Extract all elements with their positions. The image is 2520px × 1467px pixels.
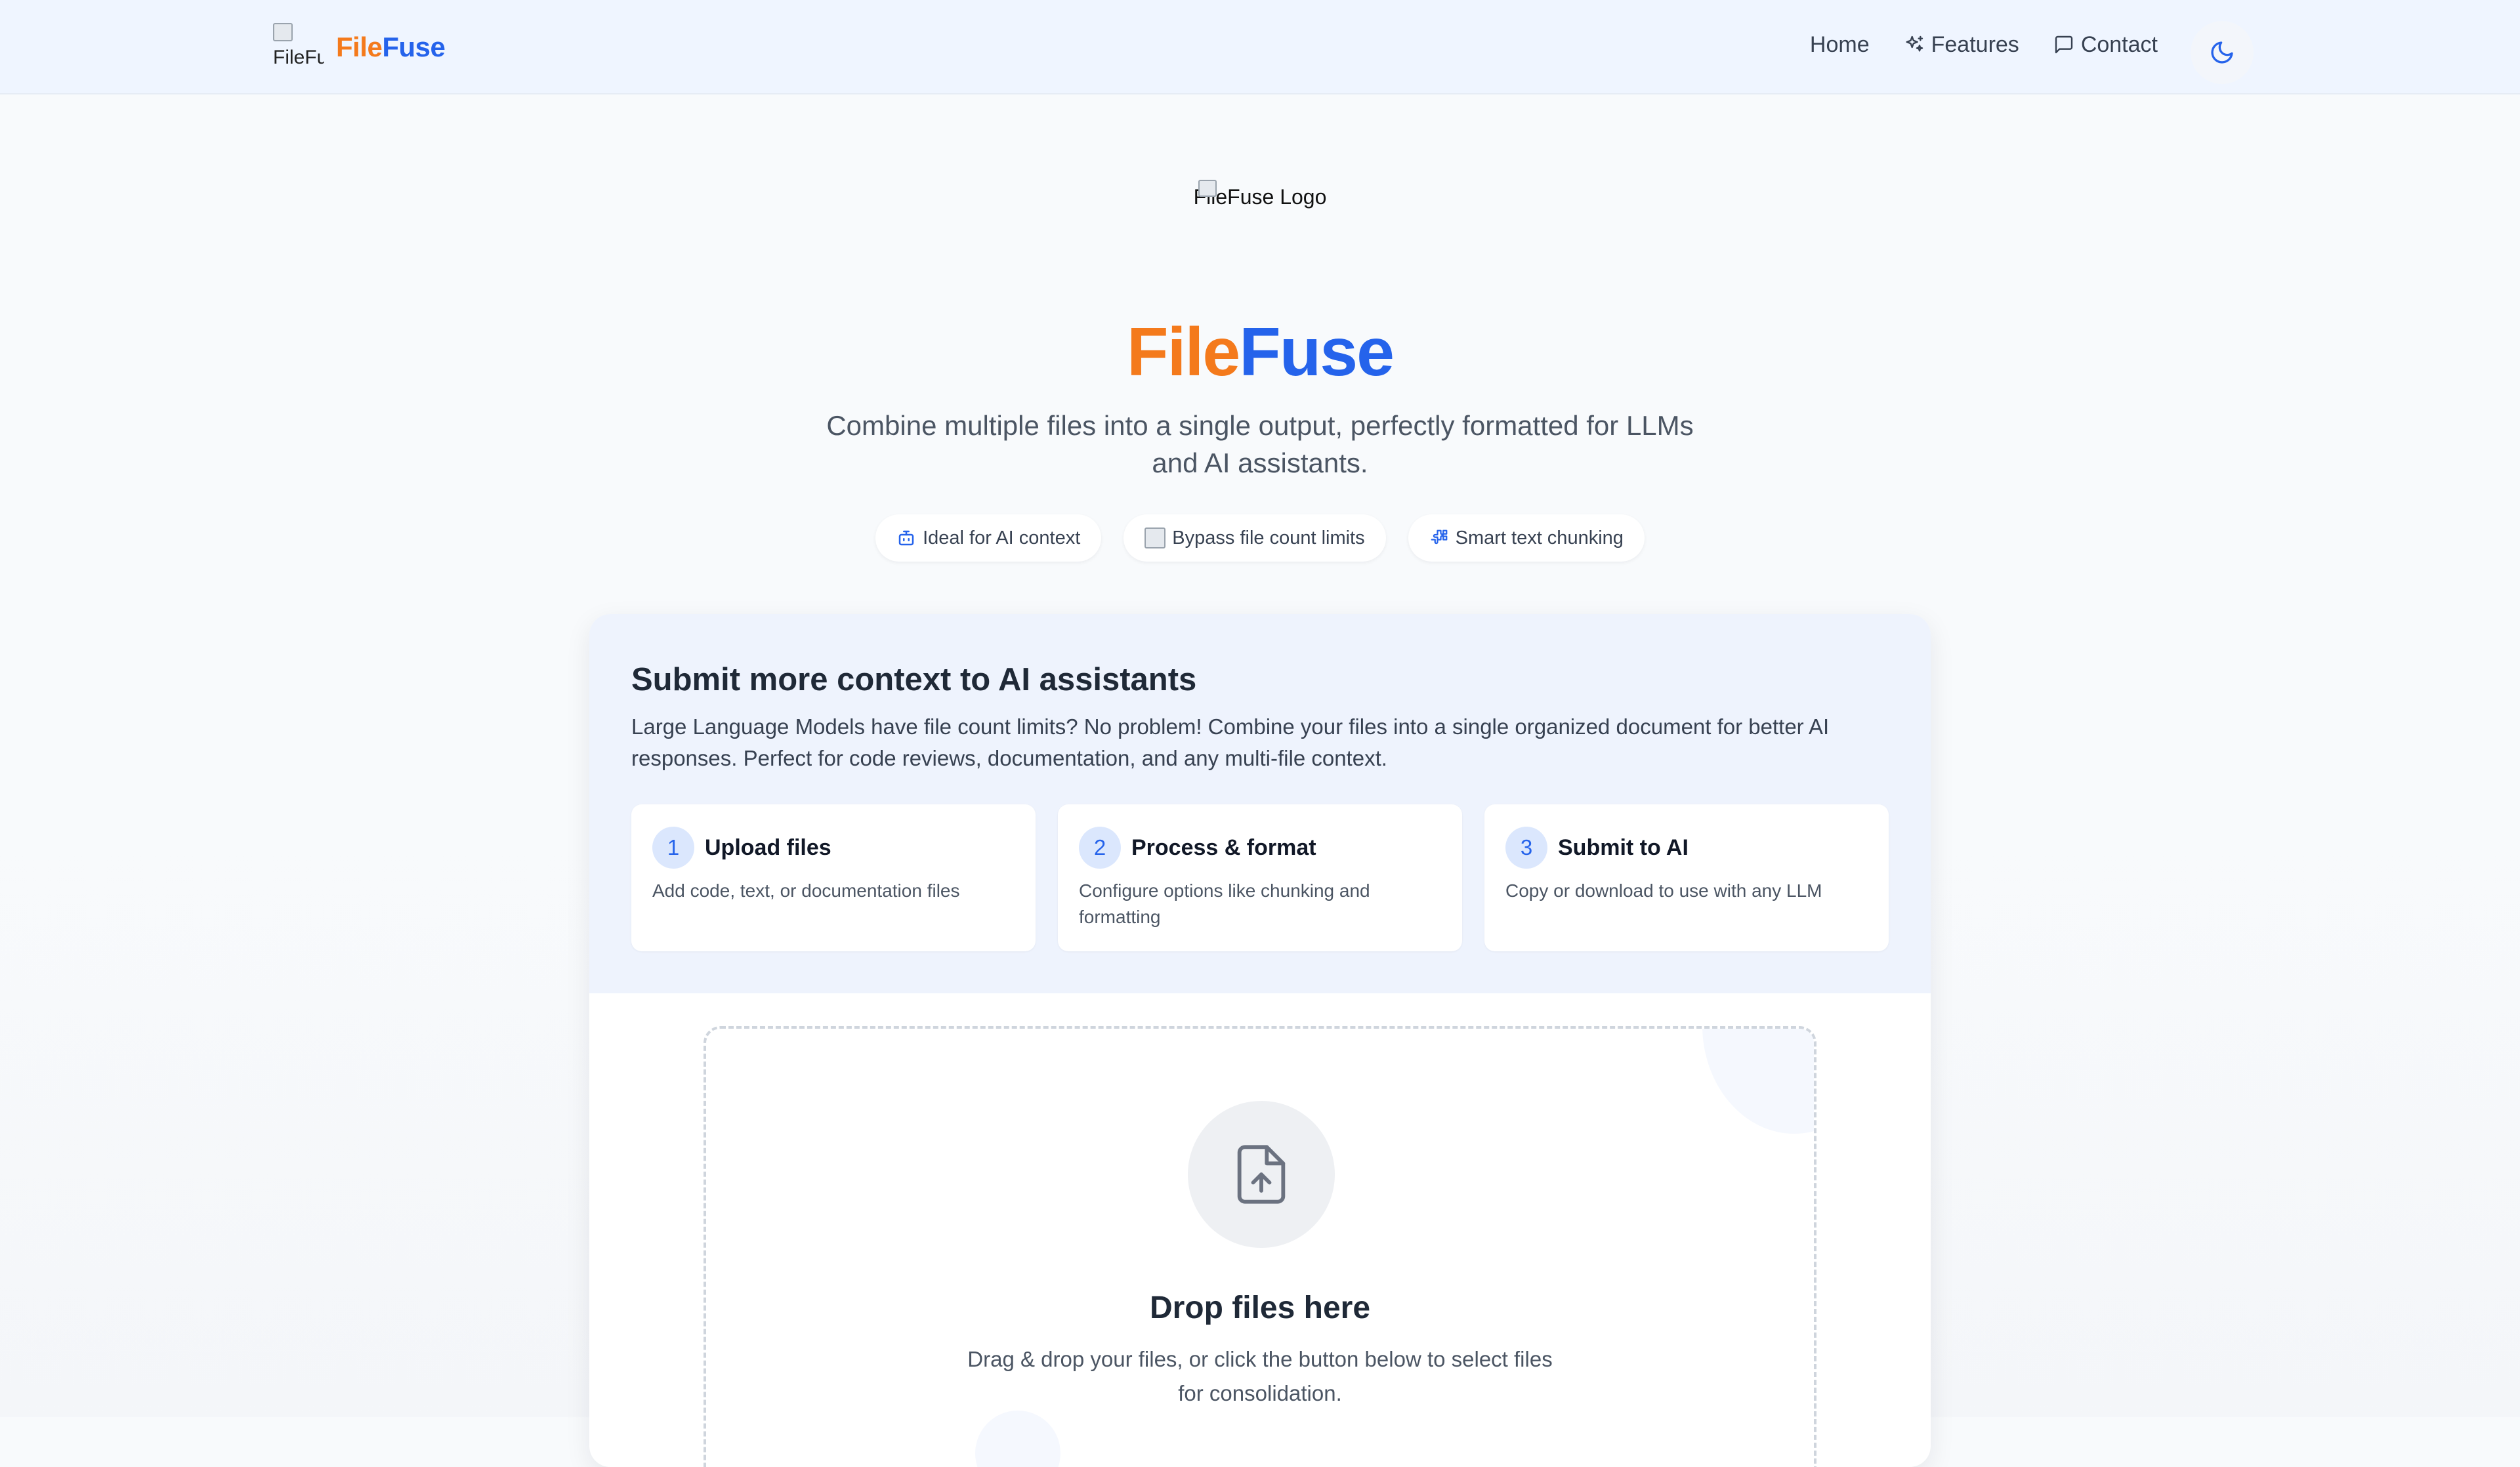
chip-ai-context: Ideal for AI context [875, 514, 1102, 562]
hero-subtitle: Combine multiple files into a single out… [826, 410, 1694, 478]
bot-icon [898, 530, 914, 546]
broken-image-icon [1198, 180, 1217, 197]
step-number: 1 [652, 827, 694, 869]
brand-name: FileFuse [336, 31, 446, 63]
file-upload-icon [1237, 1145, 1286, 1204]
step-title: Submit to AI [1558, 835, 1689, 860]
chip-smart-chunking-label: Smart text chunking [1455, 527, 1624, 548]
broken-image-icon [273, 23, 293, 41]
moon-icon [2211, 41, 2233, 64]
info-panel: Submit more context to AI assistants Lar… [589, 614, 1931, 993]
brand-logo-image: FileFuse [273, 23, 324, 72]
chip-bypass-limits: Bypass file count limits [1124, 514, 1386, 562]
dropzone-title: Drop files here [1149, 1291, 1371, 1325]
nav-features-label: Features [1931, 31, 2019, 57]
brand-link[interactable]: FileFuse FileFuse [273, 21, 446, 73]
main-nav: Home Features Contact [1810, 24, 2158, 66]
feature-chips: Ideal for AI context Bypass file count l… [0, 514, 2520, 562]
step-card: 3 Submit to AI Copy or download to use w… [1484, 804, 1889, 951]
nav-contact-link[interactable]: Contact [2053, 32, 2158, 58]
chip-smart-chunking: Smart text chunking [1408, 514, 1645, 562]
steps-row: 1 Upload files Add code, text, or docume… [631, 804, 1889, 951]
theme-toggle-button[interactable] [2191, 21, 2254, 84]
step-title: Process & format [1131, 835, 1316, 860]
step-card: 2 Process & format Configure options lik… [1058, 804, 1462, 951]
nav-contact-label: Contact [2080, 31, 2158, 57]
step-description: Copy or download to use with any LLM [1505, 880, 1822, 901]
step-number: 2 [1079, 827, 1121, 869]
puzzle-icon [1431, 529, 1447, 545]
hero-logo-image: FileFuse Logo [1181, 176, 1339, 248]
step-title: Upload files [705, 835, 831, 860]
step-description: Add code, text, or documentation files [652, 880, 960, 901]
brand-name-fuse: Fuse [382, 31, 446, 62]
top-navbar: FileFuse FileFuse Home Features Contact [0, 0, 2520, 94]
step-description: Configure options like chunking and form… [1079, 880, 1370, 927]
decorative-circle [1702, 1029, 1814, 1134]
step-number: 3 [1505, 827, 1547, 869]
nav-home-link[interactable]: Home [1810, 32, 1870, 58]
dropzone-subtitle: Drag & drop your files, or click the but… [967, 1347, 1553, 1405]
file-dropzone[interactable]: Drop files here Drag & drop your files, … [704, 1026, 1816, 1467]
message-square-icon [2055, 35, 2073, 54]
brand-logo-alt-text: FileFuse [273, 47, 324, 68]
hero-title: FileFuse [0, 314, 2520, 392]
main-card: Submit more context to AI assistants Lar… [589, 614, 1931, 1467]
sparkles-icon [1906, 35, 1923, 52]
upload-icon-container [1188, 1101, 1335, 1248]
step-card: 1 Upload files Add code, text, or docume… [631, 804, 1036, 951]
decorative-circle [975, 1411, 1060, 1467]
nav-home-label: Home [1809, 31, 1870, 57]
info-title: Submit more context to AI assistants [631, 662, 1197, 697]
chip-bypass-limits-label: Bypass file count limits [1172, 527, 1365, 548]
brand-name-file: File [336, 31, 383, 62]
hero-title-file: File [1127, 314, 1240, 390]
nav-features-link[interactable]: Features [1904, 32, 2019, 58]
info-description: Large Language Models have file count li… [631, 714, 1830, 770]
chip-ai-context-label: Ideal for AI context [923, 527, 1081, 548]
hero-title-fuse: Fuse [1239, 314, 1395, 390]
broken-image-icon [1144, 527, 1166, 548]
